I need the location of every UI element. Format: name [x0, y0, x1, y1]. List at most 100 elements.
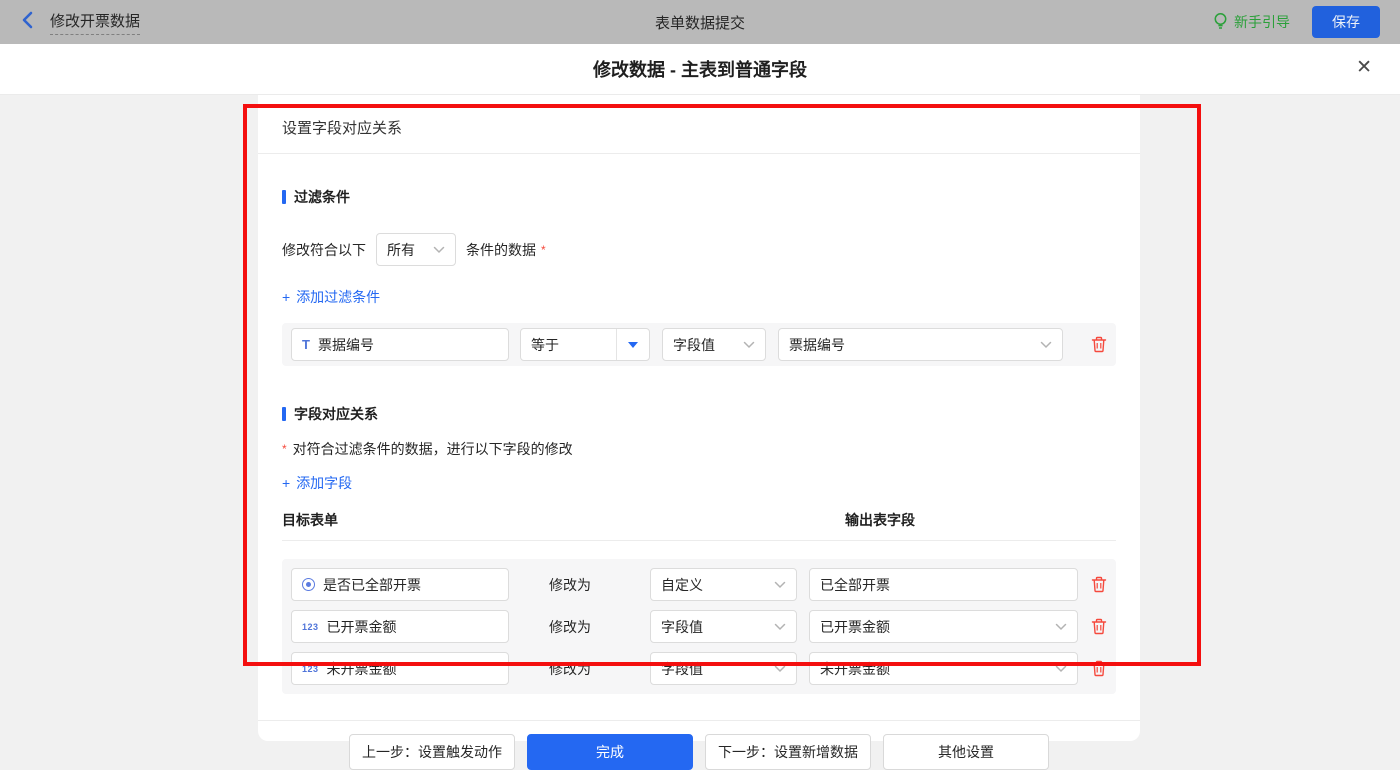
- filter-section-heading: 过滤条件: [282, 187, 1116, 207]
- trigger-node-title: 表单数据提交: [0, 12, 1400, 33]
- target-field-input[interactable]: 123 未开票金额: [291, 652, 509, 685]
- modify-mode-value: 字段值: [661, 617, 703, 637]
- save-button[interactable]: 保存: [1312, 6, 1380, 38]
- delete-row-button[interactable]: [1091, 660, 1107, 677]
- filter-operator-select[interactable]: 等于: [520, 328, 650, 361]
- match-mode-value: 所有: [387, 240, 415, 260]
- filter-heading-label: 过滤条件: [294, 187, 350, 207]
- delete-row-button[interactable]: [1091, 618, 1107, 635]
- dialog-header: 修改数据 - 主表到普通字段 ✕: [0, 44, 1400, 95]
- target-field-value: 是否已全部开票: [323, 575, 421, 595]
- filter-condition-row: T 票据编号 等于 字段值 票据编号: [282, 323, 1116, 366]
- chevron-down-icon: [1040, 341, 1052, 349]
- dialog-title: 修改数据 - 主表到普通字段: [593, 56, 807, 82]
- delete-filter-button[interactable]: [1091, 336, 1107, 353]
- modify-to-label: 修改为: [549, 617, 591, 637]
- filter-value-type: 字段值: [673, 335, 715, 355]
- filter-value-type-select[interactable]: 字段值: [662, 328, 766, 361]
- dialog-footer: 上一步：设置触发动作 完成 下一步：设置新增数据 其他设置: [282, 734, 1116, 770]
- trash-icon: [1091, 618, 1107, 635]
- target-field-input[interactable]: 123 已开票金额: [291, 610, 509, 643]
- back-chevron-icon: [20, 11, 36, 34]
- close-icon[interactable]: ✕: [1356, 58, 1372, 77]
- chevron-down-icon: [774, 665, 786, 673]
- plus-icon: +: [282, 289, 290, 305]
- plus-icon: +: [282, 475, 290, 491]
- other-settings-button[interactable]: 其他设置: [883, 734, 1049, 770]
- beginner-guide-link[interactable]: 新手引导: [1213, 12, 1290, 33]
- divider: [258, 720, 1140, 721]
- mapping-description-text: 对符合过滤条件的数据，进行以下字段的修改: [293, 439, 573, 459]
- mapping-column-headers: 目标表单 输出表字段: [282, 510, 1116, 528]
- required-asterisk: *: [282, 442, 287, 456]
- output-value: 已开票金额: [820, 617, 890, 637]
- filter-value: 票据编号: [789, 335, 845, 355]
- output-value-input[interactable]: 已全部开票: [809, 568, 1078, 601]
- top-bar: 修改开票数据 表单数据提交 新手引导 保存: [0, 0, 1400, 44]
- modify-mode-value: 字段值: [661, 659, 703, 679]
- next-step-button[interactable]: 下一步：设置新增数据: [705, 734, 871, 770]
- radio-field-icon: [302, 578, 315, 591]
- lightbulb-icon: [1213, 12, 1228, 33]
- trash-icon: [1091, 660, 1107, 677]
- chevron-down-icon: [433, 246, 445, 254]
- filter-field-input[interactable]: T 票据编号: [291, 328, 509, 361]
- add-field-label: 添加字段: [296, 473, 352, 493]
- output-field-select[interactable]: 未开票金额: [809, 652, 1078, 685]
- modify-mode-select[interactable]: 字段值: [650, 610, 797, 643]
- divider: [258, 153, 1140, 154]
- required-asterisk: *: [541, 243, 546, 257]
- modify-mode-value: 自定义: [661, 575, 703, 595]
- modify-mode-select[interactable]: 字段值: [650, 652, 797, 685]
- filter-field-value: 票据编号: [318, 335, 374, 355]
- done-button[interactable]: 完成: [527, 734, 693, 770]
- target-field-value: 已开票金额: [327, 617, 397, 637]
- column-target-form: 目标表单: [282, 512, 338, 528]
- output-value: 已全部开票: [820, 575, 890, 595]
- operator-dropdown-button[interactable]: [616, 329, 649, 360]
- dialog-body: 设置字段对应关系 过滤条件 修改符合以下 所有 条件的数据 * + 添加过滤条件…: [0, 95, 1400, 755]
- beginner-guide-label: 新手引导: [1234, 12, 1290, 32]
- modify-to-label: 修改为: [549, 659, 591, 679]
- number-field-icon: 123: [302, 622, 319, 632]
- heading-bar: [282, 407, 286, 421]
- back-button[interactable]: [20, 11, 36, 34]
- caret-down-icon: [628, 342, 638, 348]
- modify-mode-select[interactable]: 自定义: [650, 568, 797, 601]
- filter-value-select[interactable]: 票据编号: [778, 328, 1063, 361]
- panel-section-title: 设置字段对应关系: [282, 95, 1116, 138]
- match-suffix-label: 条件的数据: [466, 240, 536, 260]
- chevron-down-icon: [774, 623, 786, 631]
- flow-title[interactable]: 修改开票数据: [50, 10, 140, 35]
- target-field-input[interactable]: 是否已全部开票: [291, 568, 509, 601]
- match-prefix-label: 修改符合以下: [282, 240, 366, 260]
- chevron-down-icon: [1055, 665, 1067, 673]
- divider: [282, 540, 1116, 541]
- mapping-row: 123 已开票金额 修改为 字段值 已开票金额: [291, 610, 1107, 643]
- mapping-row: 123 未开票金额 修改为 字段值 未开票金额: [291, 652, 1107, 685]
- trash-icon: [1091, 576, 1107, 593]
- chevron-down-icon: [774, 581, 786, 589]
- add-field-link[interactable]: + 添加字段: [282, 473, 352, 493]
- text-field-icon: T: [302, 337, 310, 352]
- delete-row-button[interactable]: [1091, 576, 1107, 593]
- target-field-value: 未开票金额: [327, 659, 397, 679]
- heading-bar: [282, 190, 286, 204]
- mapping-rows: 是否已全部开票 修改为 自定义 已全部开票: [282, 559, 1116, 694]
- chevron-down-icon: [743, 341, 755, 349]
- trash-icon: [1091, 336, 1107, 353]
- prev-step-button[interactable]: 上一步：设置触发动作: [349, 734, 515, 770]
- output-value: 未开票金额: [820, 659, 890, 679]
- number-field-icon: 123: [302, 664, 319, 674]
- mapping-heading-label: 字段对应关系: [294, 404, 378, 424]
- filter-operator-value: 等于: [521, 335, 616, 355]
- match-condition-line: 修改符合以下 所有 条件的数据 *: [282, 233, 1116, 266]
- chevron-down-icon: [1055, 623, 1067, 631]
- modify-to-label: 修改为: [549, 575, 591, 595]
- column-output-field: 输出表字段: [845, 510, 915, 530]
- mapping-section-heading: 字段对应关系: [282, 404, 1116, 424]
- settings-panel: 设置字段对应关系 过滤条件 修改符合以下 所有 条件的数据 * + 添加过滤条件…: [258, 95, 1140, 741]
- output-field-select[interactable]: 已开票金额: [809, 610, 1078, 643]
- match-mode-select[interactable]: 所有: [376, 233, 456, 266]
- add-filter-condition-link[interactable]: + 添加过滤条件: [282, 287, 380, 307]
